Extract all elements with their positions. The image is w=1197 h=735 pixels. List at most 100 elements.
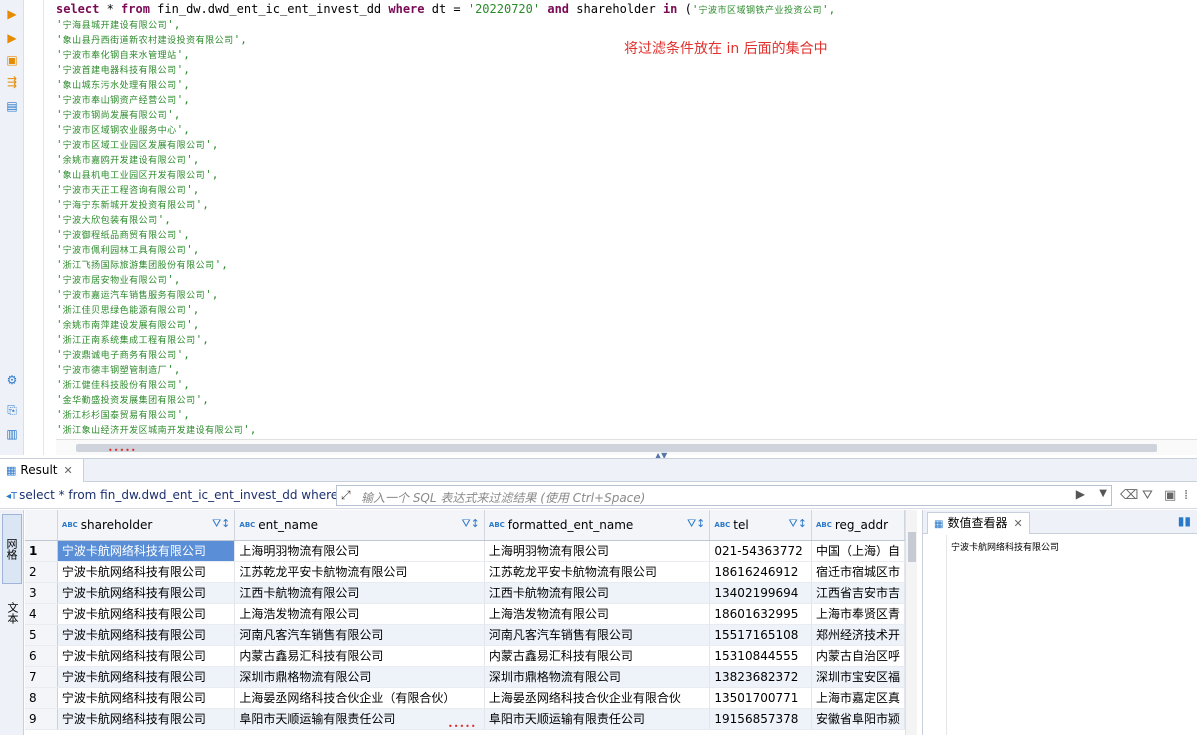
column-header-ent-name[interactable]: ABC ent_name ⛛↕ xyxy=(234,510,485,541)
editor-horizontal-scrollbar[interactable] xyxy=(56,439,1197,455)
table-cell[interactable]: 13402199694 xyxy=(709,582,812,604)
table-cell[interactable]: 18616246912 xyxy=(709,561,812,583)
sql-string-item: 宁波首建电器科技有限公司 xyxy=(62,66,177,76)
table-cell[interactable]: 18601632995 xyxy=(709,603,812,625)
table-cell[interactable]: 19156857378 xyxy=(709,708,812,730)
sql-quote: ' xyxy=(56,48,63,61)
erase-filter-icon[interactable]: ⌫ xyxy=(1120,488,1138,503)
settings-gear-icon[interactable]: ⚙ xyxy=(4,372,20,388)
sort-filter-icon[interactable]: ⛛↕ xyxy=(687,517,705,531)
table-cell[interactable]: 上海浩发物流有限公司 xyxy=(484,603,711,625)
sort-filter-icon[interactable]: ⛛↕ xyxy=(212,517,230,531)
expand-icon[interactable]: ⤢ xyxy=(341,488,351,503)
table-cell[interactable]: 深圳市鼎格物流有限公司 xyxy=(484,666,711,688)
table-cell[interactable]: 上海市嘉定区真 xyxy=(811,687,905,709)
sql-in-list-line: '宁波市德丰钢塑管制造厂', xyxy=(56,362,1197,377)
grid-vertical-scrollbar[interactable] xyxy=(905,510,917,735)
table-row[interactable]: 2 宁波卡航网络科技有限公司 江苏乾龙平安卡航物流有限公司 江苏乾龙平安卡航物流有限公… xyxy=(25,561,905,583)
scrollbar-thumb[interactable] xyxy=(908,532,916,562)
sql-in-list-line: '浙江正南系统集成工程有限公司', xyxy=(56,332,1197,347)
row-number-header xyxy=(25,510,58,541)
tab-grid-view[interactable]: 网格 xyxy=(2,514,22,584)
table-cell[interactable]: 江西卡航物流有限公司 xyxy=(234,582,485,604)
table-row[interactable]: 5 宁波卡航网络科技有限公司 河南凡客汽车销售有限公司 河南凡客汽车销售有限公司 155… xyxy=(25,624,905,646)
output-log-icon[interactable]: ▤ xyxy=(4,98,20,114)
result-grid[interactable]: ABC shareholder ⛛↕ ABC ent_name ⛛↕ ABC format… xyxy=(25,510,905,735)
table-cell[interactable]: 河南凡客汽车销售有限公司 xyxy=(484,624,711,646)
table-cell[interactable]: 021-54363772 xyxy=(709,540,812,562)
table-cell[interactable]: 宁波卡航网络科技有限公司 xyxy=(57,561,236,583)
script-file-icon[interactable]: ▥ xyxy=(4,426,20,442)
close-icon[interactable]: ✕ xyxy=(63,464,72,477)
table-cell[interactable]: 江苏乾龙平安卡航物流有限公司 xyxy=(234,561,485,583)
execute-script-icon[interactable]: ▶ xyxy=(4,30,20,46)
column-header-tel[interactable]: ABC tel ⛛↕ xyxy=(709,510,812,541)
table-cell[interactable]: 上海市奉贤区青 xyxy=(811,603,905,625)
table-cell[interactable]: 宁波卡航网络科技有限公司 xyxy=(57,666,236,688)
table-cell[interactable]: 15517165108 xyxy=(709,624,812,646)
table-cell[interactable]: 宁波卡航网络科技有限公司 xyxy=(57,540,236,562)
export-icon[interactable]: ⎘ xyxy=(4,402,20,418)
table-cell[interactable]: 江西省吉安市吉 xyxy=(811,582,905,604)
more-icon[interactable]: ⁞ xyxy=(1184,488,1188,503)
table-cell[interactable]: 宁波卡航网络科技有限公司 xyxy=(57,582,236,604)
apply-filter-icon[interactable]: ▶ xyxy=(1076,487,1085,501)
filter-input[interactable]: ⤢ 输入一个 SQL 表达式来过滤结果 (使用 Ctrl+Space) ▶ ▼ xyxy=(336,485,1112,506)
table-row[interactable]: 6 宁波卡航网络科技有限公司 内蒙古鑫易汇科技有限公司 内蒙古鑫易汇科技有限公司 153… xyxy=(25,645,905,667)
execute-in-new-tab-icon[interactable]: ▣ xyxy=(4,52,20,68)
table-row[interactable]: 7 宁波卡航网络科技有限公司 深圳市鼎格物流有限公司 深圳市鼎格物流有限公司 13823… xyxy=(25,666,905,688)
tab-value-viewer[interactable]: ▦ 数值查看器 ✕ xyxy=(927,512,1030,534)
table-cell[interactable]: 阜阳市天顺运输有限责任公司 xyxy=(234,708,485,730)
table-row[interactable]: 8 宁波卡航网络科技有限公司 上海晏丞网络科技合伙企业（有限合伙） 上海晏丞网络科技合… xyxy=(25,687,905,709)
table-cell[interactable]: 13823682372 xyxy=(709,666,812,688)
execute-statement-icon[interactable]: ▶ xyxy=(4,6,20,22)
table-cell[interactable]: 宁波卡航网络科技有限公司 xyxy=(57,687,236,709)
explain-plan-icon[interactable]: ⇶ xyxy=(4,74,20,90)
close-icon[interactable]: ✕ xyxy=(1013,517,1022,530)
panel-toggle-icon[interactable]: ▣ xyxy=(1164,488,1176,503)
table-cell[interactable]: 上海浩发物流有限公司 xyxy=(234,603,485,625)
sql-editor[interactable]: select * from fin_dw.dwd_ent_ic_ent_inve… xyxy=(24,0,1197,455)
column-header-reg-addr[interactable]: ABC reg_addr xyxy=(811,510,905,541)
sql-code[interactable]: select * from fin_dw.dwd_ent_ic_ent_inve… xyxy=(56,2,1197,437)
sort-filter-icon[interactable]: ⛛↕ xyxy=(789,517,807,531)
table-row[interactable]: 3 宁波卡航网络科技有限公司 江西卡航物流有限公司 江西卡航物流有限公司 1340219… xyxy=(25,582,905,604)
table-cell[interactable]: 深圳市鼎格物流有限公司 xyxy=(234,666,485,688)
table-cell[interactable]: 上海晏丞网络科技合伙企业有限合伙 xyxy=(484,687,711,709)
table-cell[interactable]: 13501700771 xyxy=(709,687,812,709)
tab-text-view[interactable]: 文本 xyxy=(2,588,22,638)
filter-history-dropdown-icon[interactable]: ▼ xyxy=(1099,488,1107,499)
filter-settings-icon[interactable]: ⛛ xyxy=(1142,488,1153,503)
column-header-shareholder[interactable]: ABC shareholder ⛛↕ xyxy=(57,510,236,541)
table-cell[interactable]: 上海明羽物流有限公司 xyxy=(484,540,711,562)
table-row[interactable]: 1 宁波卡航网络科技有限公司 上海明羽物流有限公司 上海明羽物流有限公司 021-543… xyxy=(25,540,905,562)
table-cell[interactable]: 15310844555 xyxy=(709,645,812,667)
table-cell[interactable]: 宁波卡航网络科技有限公司 xyxy=(57,708,236,730)
row-number: 3 xyxy=(25,582,58,604)
table-cell[interactable]: 江苏乾龙平安卡航物流有限公司 xyxy=(484,561,711,583)
table-cell[interactable]: 宁波卡航网络科技有限公司 xyxy=(57,624,236,646)
scrollbar-thumb[interactable] xyxy=(76,444,1157,452)
table-cell[interactable]: 宁波卡航网络科技有限公司 xyxy=(57,645,236,667)
table-cell[interactable]: 深圳市宝安区福 xyxy=(811,666,905,688)
table-cell[interactable]: 上海晏丞网络科技合伙企业（有限合伙） xyxy=(234,687,485,709)
table-cell[interactable]: 郑州经济技术开 xyxy=(811,624,905,646)
tab-result[interactable]: ▦ Result ✕ xyxy=(0,459,84,482)
table-cell[interactable]: 江西卡航物流有限公司 xyxy=(484,582,711,604)
table-cell[interactable]: 宿迁市宿城区市 xyxy=(811,561,905,583)
table-cell[interactable]: 宁波卡航网络科技有限公司 xyxy=(57,603,236,625)
table-cell[interactable]: 安徽省阜阳市颍 xyxy=(811,708,905,730)
table-cell[interactable]: 中国（上海）自 xyxy=(811,540,905,562)
sql-string-item: 浙江飞扬国际旅游集团股份有限公司 xyxy=(62,261,215,271)
book-icon[interactable]: ▮▮ xyxy=(1178,514,1191,528)
sort-filter-icon[interactable]: ⛛↕ xyxy=(461,517,479,531)
table-cell[interactable]: 内蒙古自治区呼 xyxy=(811,645,905,667)
table-row[interactable]: 4 宁波卡航网络科技有限公司 上海浩发物流有限公司 上海浩发物流有限公司 1860163… xyxy=(25,603,905,625)
value-viewer-content[interactable]: 宁波卡航网络科技有限公司 xyxy=(951,540,1059,553)
table-cell[interactable]: 河南凡客汽车销售有限公司 xyxy=(234,624,485,646)
table-cell[interactable]: 内蒙古鑫易汇科技有限公司 xyxy=(234,645,485,667)
table-cell[interactable]: 内蒙古鑫易汇科技有限公司 xyxy=(484,645,711,667)
column-header-formatted-ent-name[interactable]: ABC formatted_ent_name ⛛↕ xyxy=(484,510,711,541)
table-cell[interactable]: 上海明羽物流有限公司 xyxy=(234,540,485,562)
table-cell[interactable]: 阜阳市天顺运输有限责任公司 xyxy=(484,708,711,730)
